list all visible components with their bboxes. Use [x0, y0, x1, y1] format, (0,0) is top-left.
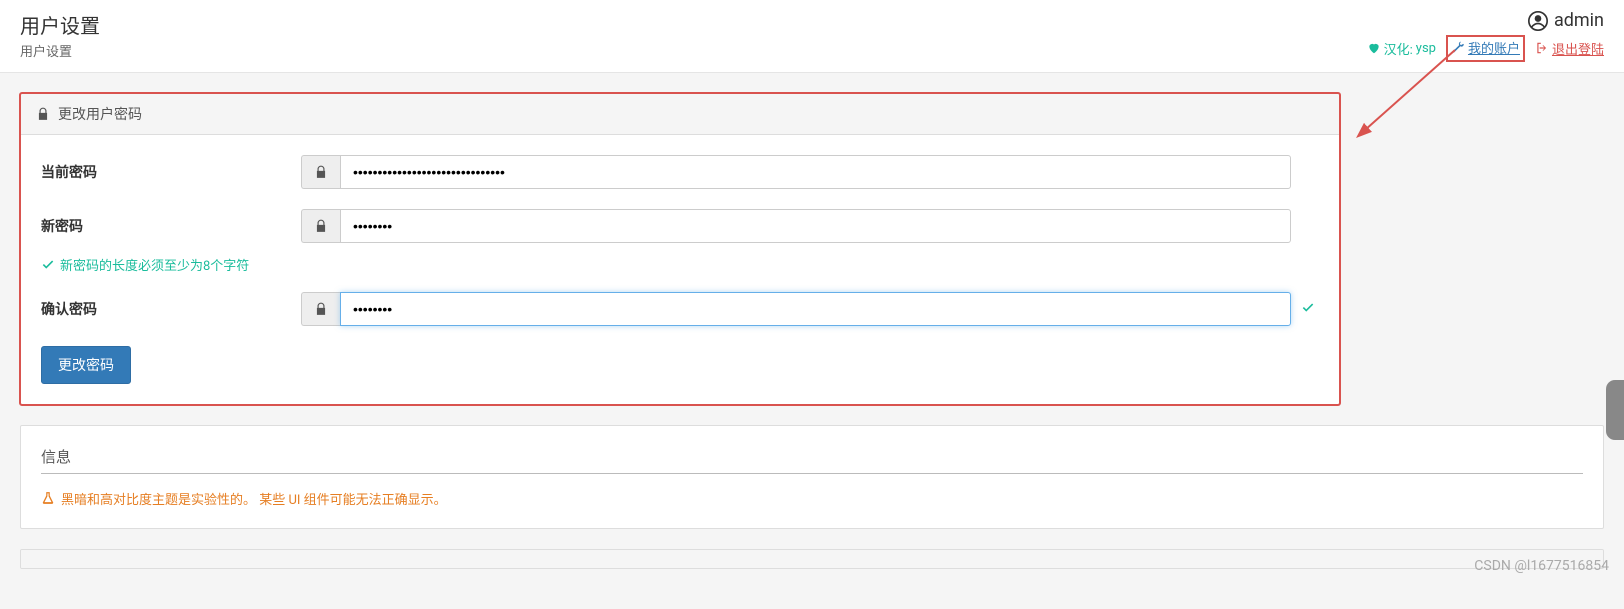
- watermark: CSDN @l1677516854: [1474, 558, 1609, 574]
- header-title-block: 用户设置 用户设置: [20, 10, 100, 60]
- current-password-label: 当前密码: [41, 162, 301, 182]
- localization-value: ysp: [1416, 41, 1436, 56]
- logout-icon: [1535, 41, 1549, 55]
- username-label: admin: [1554, 10, 1604, 31]
- experimental-warning: 黑暗和高对比度主题是实验性的。 某些 UI 组件可能无法正确显示。: [41, 489, 1583, 508]
- lock-addon: [301, 155, 340, 189]
- logout-link[interactable]: 退出登陆: [1535, 39, 1604, 58]
- info-panel: 信息 黑暗和高对比度主题是实验性的。 某些 UI 组件可能无法正确显示。: [20, 425, 1604, 529]
- password-hint: 新密码的长度必须至少为8个字符: [41, 255, 1319, 274]
- current-password-input[interactable]: [340, 155, 1291, 189]
- header-user-block: admin 汉化: ysp 我的账户 退出登陆: [1367, 10, 1604, 62]
- new-password-label: 新密码: [41, 216, 301, 236]
- panel-heading: 更改用户密码: [21, 94, 1339, 135]
- warning-text: 黑暗和高对比度主题是实验性的。 某些 UI 组件可能无法正确显示。: [61, 489, 447, 508]
- flask-icon: [41, 491, 55, 505]
- page-subtitle: 用户设置: [20, 41, 100, 60]
- confirm-password-group: [301, 292, 1291, 326]
- change-password-button[interactable]: 更改密码: [41, 346, 131, 384]
- heart-icon: [1367, 41, 1381, 55]
- lock-icon: [314, 219, 328, 233]
- confirm-password-row: 确认密码: [41, 292, 1319, 326]
- localization-label: 汉化:: [1384, 39, 1413, 58]
- confirm-valid-icon: [1301, 299, 1315, 318]
- page-title: 用户设置: [20, 10, 100, 39]
- check-icon: [1301, 300, 1315, 314]
- my-account-label: 我的账户: [1468, 38, 1520, 57]
- change-password-panel: 更改用户密码 当前密码 新密码: [20, 93, 1340, 405]
- current-user: admin: [1367, 10, 1604, 31]
- next-panel-cutoff: [20, 549, 1604, 569]
- lock-icon: [314, 165, 328, 179]
- wrench-icon: [1451, 41, 1465, 55]
- confirm-password-input[interactable]: [340, 292, 1291, 326]
- new-password-input[interactable]: [340, 209, 1291, 243]
- lock-addon: [301, 209, 340, 243]
- info-title: 信息: [41, 446, 1583, 474]
- confirm-password-label: 确认密码: [41, 299, 301, 319]
- localization-link[interactable]: 汉化: ysp: [1367, 39, 1436, 58]
- account-link-highlight: 我的账户: [1446, 35, 1525, 62]
- panel-title: 更改用户密码: [58, 104, 142, 124]
- current-password-row: 当前密码: [41, 155, 1319, 189]
- user-circle-icon: [1528, 11, 1548, 31]
- new-password-group: [301, 209, 1291, 243]
- lock-addon: [301, 292, 340, 326]
- check-icon: [41, 257, 55, 271]
- lock-icon: [36, 107, 50, 121]
- scroll-indicator[interactable]: [1606, 380, 1624, 440]
- content-area: 更改用户密码 当前密码 新密码: [0, 73, 1624, 609]
- new-password-row: 新密码: [41, 209, 1319, 243]
- logout-label: 退出登陆: [1552, 39, 1604, 58]
- hint-text: 新密码的长度必须至少为8个字符: [60, 255, 249, 274]
- lock-icon: [314, 302, 328, 316]
- page-header: 用户设置 用户设置 admin 汉化: ysp 我的账户 退出登陆: [0, 0, 1624, 73]
- current-password-group: [301, 155, 1291, 189]
- header-links: 汉化: ysp 我的账户 退出登陆: [1367, 35, 1604, 62]
- my-account-link[interactable]: 我的账户: [1451, 38, 1520, 57]
- panel-body: 当前密码 新密码: [21, 135, 1339, 404]
